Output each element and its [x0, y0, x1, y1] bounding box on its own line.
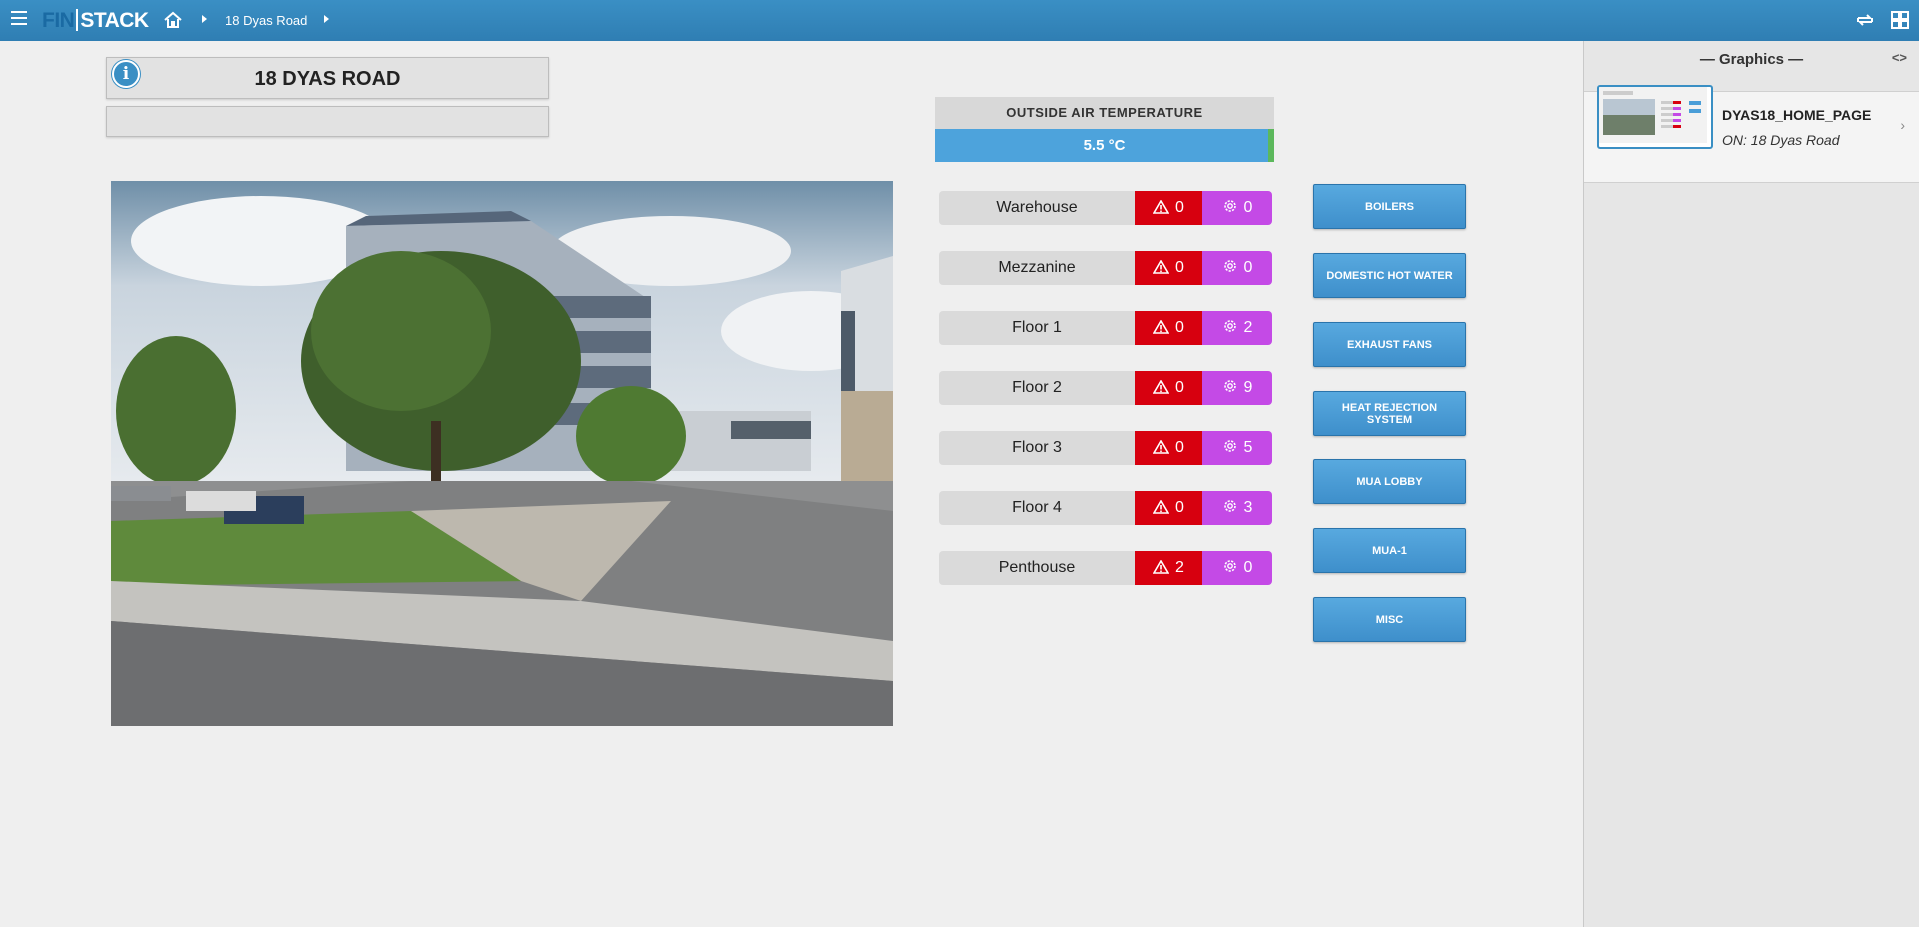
- zone-fault-count[interactable]: 0: [1202, 191, 1272, 225]
- zone-alarm-count[interactable]: 0: [1135, 191, 1202, 225]
- chevron-right-icon[interactable]: ›: [1900, 117, 1905, 133]
- home-icon[interactable]: [163, 10, 183, 30]
- zone-row[interactable]: Mezzanine 0 0: [939, 251, 1272, 285]
- gear-icon: [1222, 319, 1244, 336]
- building-photo: [111, 181, 893, 726]
- gear-icon: [1222, 259, 1244, 276]
- gear-icon: [1222, 199, 1244, 216]
- breadcrumb-arrow-icon[interactable]: [324, 15, 329, 23]
- graphics-panel-title: — Graphics —: [1699, 51, 1804, 68]
- zone-fault-count[interactable]: 0: [1202, 251, 1272, 285]
- zone-name[interactable]: Floor 1: [939, 311, 1135, 345]
- zone-fault-count[interactable]: 3: [1202, 491, 1272, 525]
- zone-fault-count[interactable]: 0: [1202, 551, 1272, 585]
- alarm-count: 0: [1175, 499, 1184, 516]
- site-title: 18 DYAS ROAD: [254, 68, 401, 90]
- alarm-count: 2: [1175, 559, 1184, 576]
- fault-count: 9: [1243, 379, 1253, 396]
- oat-value: 5.5 °C: [1083, 137, 1126, 154]
- info-icon[interactable]: i: [112, 60, 140, 88]
- gear-icon: [1222, 559, 1244, 576]
- oat-status-indicator: [1268, 129, 1274, 162]
- system-button[interactable]: BOILERS: [1313, 184, 1466, 229]
- warning-icon: [1152, 259, 1175, 276]
- gear-icon: [1222, 379, 1244, 396]
- alarm-count: 0: [1175, 259, 1184, 276]
- system-button[interactable]: MISC: [1313, 597, 1466, 642]
- zone-alarm-count[interactable]: 0: [1135, 491, 1202, 525]
- alarm-count: 0: [1175, 199, 1184, 216]
- graphic-thumbnail[interactable]: [1597, 85, 1713, 149]
- zone-alarm-count[interactable]: 0: [1135, 251, 1202, 285]
- refresh-icon[interactable]: [1855, 10, 1875, 30]
- alarm-count: 0: [1175, 379, 1184, 396]
- zone-name[interactable]: Mezzanine: [939, 251, 1135, 285]
- zone-name[interactable]: Floor 3: [939, 431, 1135, 465]
- system-button[interactable]: EXHAUST FANS: [1313, 322, 1466, 367]
- zone-alarm-count[interactable]: 0: [1135, 431, 1202, 465]
- fault-count: 0: [1243, 559, 1253, 576]
- zone-row[interactable]: Floor 2 0 9: [939, 371, 1272, 405]
- fault-count: 5: [1243, 439, 1253, 456]
- warning-icon: [1152, 559, 1175, 576]
- panel-toggle-icon[interactable]: <>: [1892, 50, 1907, 65]
- zone-row[interactable]: Floor 4 0 3: [939, 491, 1272, 525]
- fault-count: 0: [1243, 199, 1253, 216]
- logo-stack: STACK: [80, 9, 149, 32]
- alarm-count: 0: [1175, 319, 1184, 336]
- app-logo[interactable]: FIN STACK: [42, 9, 149, 33]
- site-title-box: 18 DYAS ROAD: [106, 57, 549, 99]
- zone-row[interactable]: Warehouse 0 0: [939, 191, 1272, 225]
- site-subtitle-box: [106, 106, 549, 137]
- zone-name[interactable]: Penthouse: [939, 551, 1135, 585]
- zone-row[interactable]: Floor 1 0 2: [939, 311, 1272, 345]
- warning-icon: [1152, 199, 1175, 216]
- system-button[interactable]: DOMESTIC HOT WATER: [1313, 253, 1466, 298]
- oat-label: OUTSIDE AIR TEMPERATURE: [935, 97, 1274, 129]
- zone-name[interactable]: Floor 2: [939, 371, 1135, 405]
- oat-value-box: 5.5 °C: [935, 129, 1274, 162]
- warning-icon: [1152, 319, 1175, 336]
- zone-alarm-count[interactable]: 2: [1135, 551, 1202, 585]
- warning-icon: [1152, 379, 1175, 396]
- breadcrumb-site[interactable]: 18 Dyas Road: [225, 13, 307, 28]
- graphics-panel: — Graphics — <> DYAS18_HOME_PAGE ON: 18 …: [1583, 41, 1919, 927]
- zone-name[interactable]: Floor 4: [939, 491, 1135, 525]
- fault-count: 0: [1243, 259, 1253, 276]
- alarm-count: 0: [1175, 439, 1184, 456]
- warning-icon: [1152, 499, 1175, 516]
- logo-fin: FIN: [42, 9, 75, 32]
- menu-icon[interactable]: [11, 11, 27, 25]
- zone-alarm-count[interactable]: 0: [1135, 311, 1202, 345]
- system-button[interactable]: HEAT REJECTION SYSTEM: [1313, 391, 1466, 436]
- grid-icon[interactable]: [1890, 10, 1910, 30]
- gear-icon: [1222, 499, 1244, 516]
- zone-row[interactable]: Floor 3 0 5: [939, 431, 1272, 465]
- graphic-name[interactable]: DYAS18_HOME_PAGE: [1722, 107, 1871, 123]
- warning-icon: [1152, 439, 1175, 456]
- zone-name[interactable]: Warehouse: [939, 191, 1135, 225]
- breadcrumb-arrow-icon: [202, 15, 207, 23]
- zone-row[interactable]: Penthouse 2 0: [939, 551, 1272, 585]
- system-button[interactable]: MUA LOBBY: [1313, 459, 1466, 504]
- system-button[interactable]: MUA-1: [1313, 528, 1466, 573]
- zone-fault-count[interactable]: 2: [1202, 311, 1272, 345]
- graphic-on-site: ON: 18 Dyas Road: [1722, 132, 1840, 148]
- gear-icon: [1222, 439, 1244, 456]
- fault-count: 3: [1243, 499, 1253, 516]
- zone-fault-count[interactable]: 5: [1202, 431, 1272, 465]
- top-bar: FIN STACK 18 Dyas Road: [0, 0, 1919, 41]
- fault-count: 2: [1243, 319, 1253, 336]
- zone-fault-count[interactable]: 9: [1202, 371, 1272, 405]
- zone-alarm-count[interactable]: 0: [1135, 371, 1202, 405]
